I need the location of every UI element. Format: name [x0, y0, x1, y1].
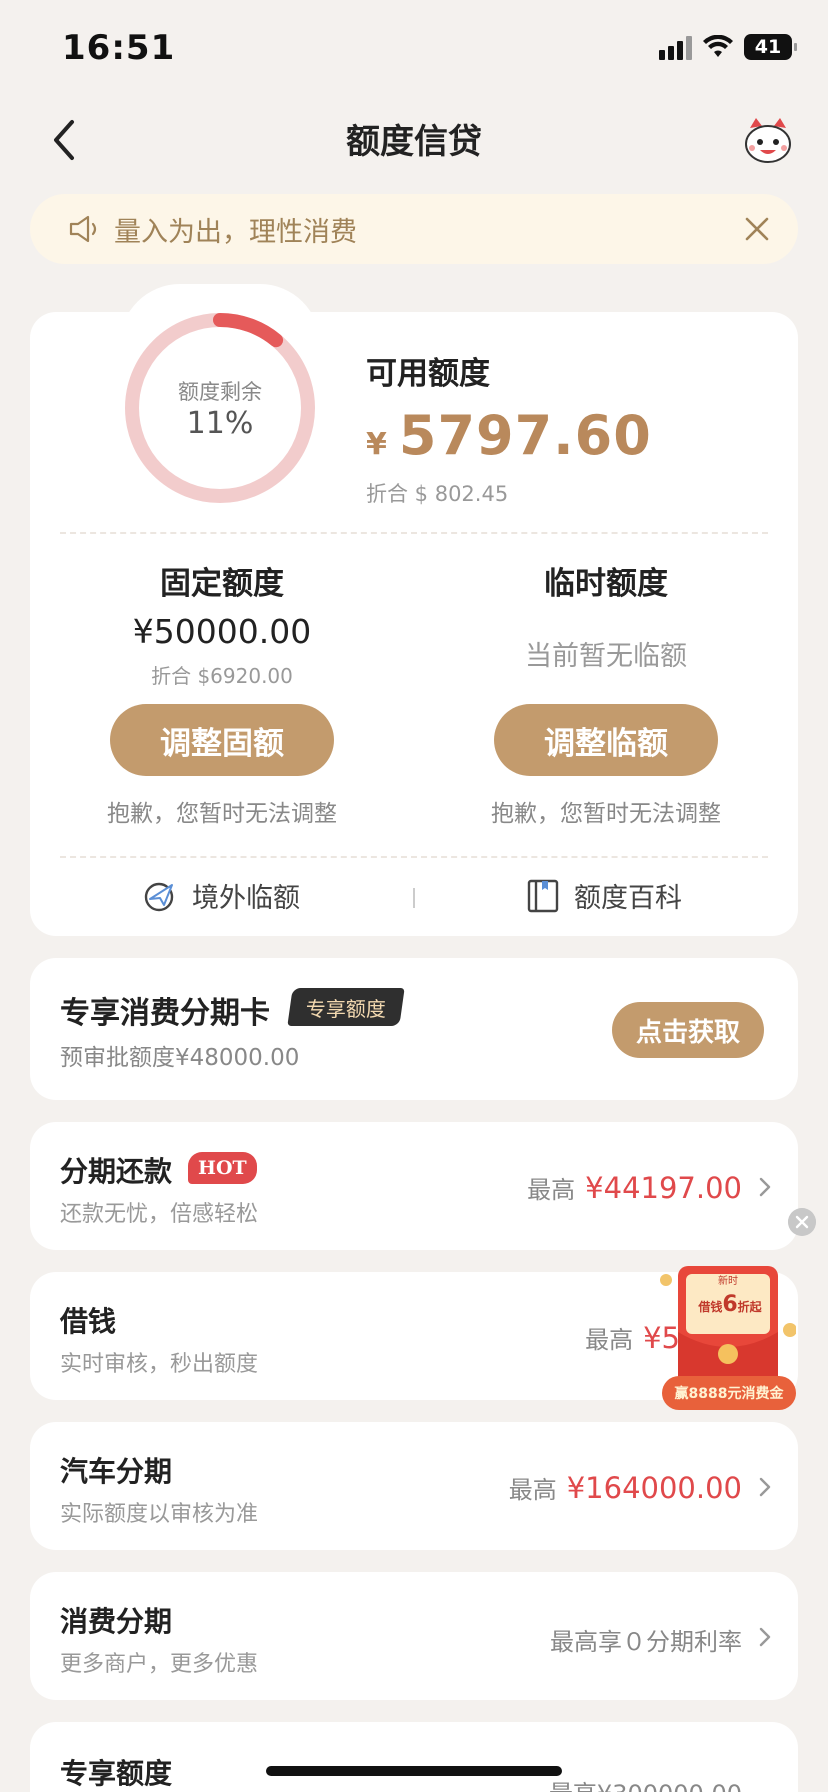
exclusive-badge: 专享额度	[287, 988, 405, 1026]
item-title: 专享额度	[60, 1757, 173, 1790]
signal-icon	[659, 34, 692, 60]
divider	[60, 532, 768, 534]
item-title: 分期还款	[60, 1155, 173, 1188]
chevron-right-icon	[759, 1627, 771, 1647]
item-subtitle: 更多商户，更多优惠	[60, 1652, 259, 1677]
page-title: 额度信贷	[346, 122, 482, 162]
hot-badge: HOT	[188, 1152, 257, 1184]
available-amount: ¥ 5797.60	[366, 404, 652, 467]
fixed-adjust-note: 抱歉，您暂时无法调整	[107, 801, 337, 827]
fixed-credit-amount: ¥50000.00	[132, 612, 312, 651]
promo-discount: 借钱 6 折起	[698, 1292, 762, 1317]
promo-bubble: 赢8888元消费金	[662, 1376, 796, 1410]
item-interest-note: 最高享０分期利率	[550, 1628, 742, 1656]
speaker-icon	[69, 215, 97, 243]
item-subtitle: 还款无忧，倍感轻松	[60, 1202, 259, 1227]
credit-wiki-link[interactable]: 额度百科	[526, 876, 682, 915]
temp-adjust-note: 抱歉，您暂时无法调整	[491, 801, 721, 827]
temp-credit-status: 当前暂无临额	[525, 641, 687, 672]
exclusive-card-title: 专享消费分期卡	[60, 996, 270, 1031]
fixed-credit-usd: 折合 $6920.00	[151, 664, 293, 688]
chevron-right-icon	[759, 1477, 771, 1497]
promo-top-label: 新时	[718, 1276, 738, 1287]
fixed-credit-title: 固定额度	[160, 566, 284, 602]
adjust-fixed-button[interactable]: 调整固额	[110, 704, 334, 776]
promo-close-icon[interactable]	[788, 1208, 816, 1236]
mascot-avatar-icon[interactable]	[742, 114, 794, 166]
currency-symbol: ¥	[366, 427, 387, 462]
item-title: 汽车分期	[60, 1455, 173, 1488]
link-separator	[413, 888, 415, 908]
item-max-amount: 最高 ¥164000.00	[508, 1471, 742, 1505]
overseas-temp-link[interactable]: 境外临额	[142, 876, 300, 915]
item-title: 借钱	[60, 1305, 117, 1338]
exclusive-card-subtitle: 预审批额度¥48000.00	[60, 1045, 300, 1071]
ring-label: 额度剩余	[178, 380, 262, 404]
available-usd: 折合 $ 802.45	[366, 482, 509, 506]
available-label: 可用额度	[366, 356, 490, 392]
chevron-right-icon	[759, 1177, 771, 1197]
notice-text: 量入为出，理性消费	[114, 216, 357, 248]
notice-bar: 量入为出，理性消费	[30, 194, 798, 264]
divider	[60, 856, 768, 858]
battery-icon: 41	[744, 34, 797, 60]
item-max-amount: 最高¥300000.00	[549, 1774, 742, 1792]
adjust-temp-button[interactable]: 调整临额	[494, 704, 718, 776]
overseas-temp-label: 境外临额	[192, 883, 300, 914]
plane-globe-icon	[144, 882, 174, 911]
ring-percent: 11%	[186, 406, 254, 441]
status-time: 16:51	[62, 28, 176, 68]
close-icon[interactable]	[740, 212, 774, 246]
temp-credit-title: 临时额度	[544, 566, 668, 602]
item-subtitle: 实际额度以审核为准	[60, 1502, 259, 1527]
status-icons: 41	[659, 34, 797, 60]
book-icon	[527, 879, 559, 912]
credit-wiki-label: 额度百科	[574, 883, 682, 914]
get-now-button[interactable]: 点击获取	[612, 1002, 764, 1058]
home-indicator[interactable]	[266, 1766, 562, 1776]
item-title: 消费分期	[60, 1605, 173, 1638]
wifi-icon	[703, 35, 733, 57]
item-subtitle: 实时审核，秒出额度	[60, 1352, 259, 1377]
item-max-amount: 最高 ¥44197.00	[527, 1171, 742, 1205]
available-value: 5797.60	[398, 404, 652, 467]
